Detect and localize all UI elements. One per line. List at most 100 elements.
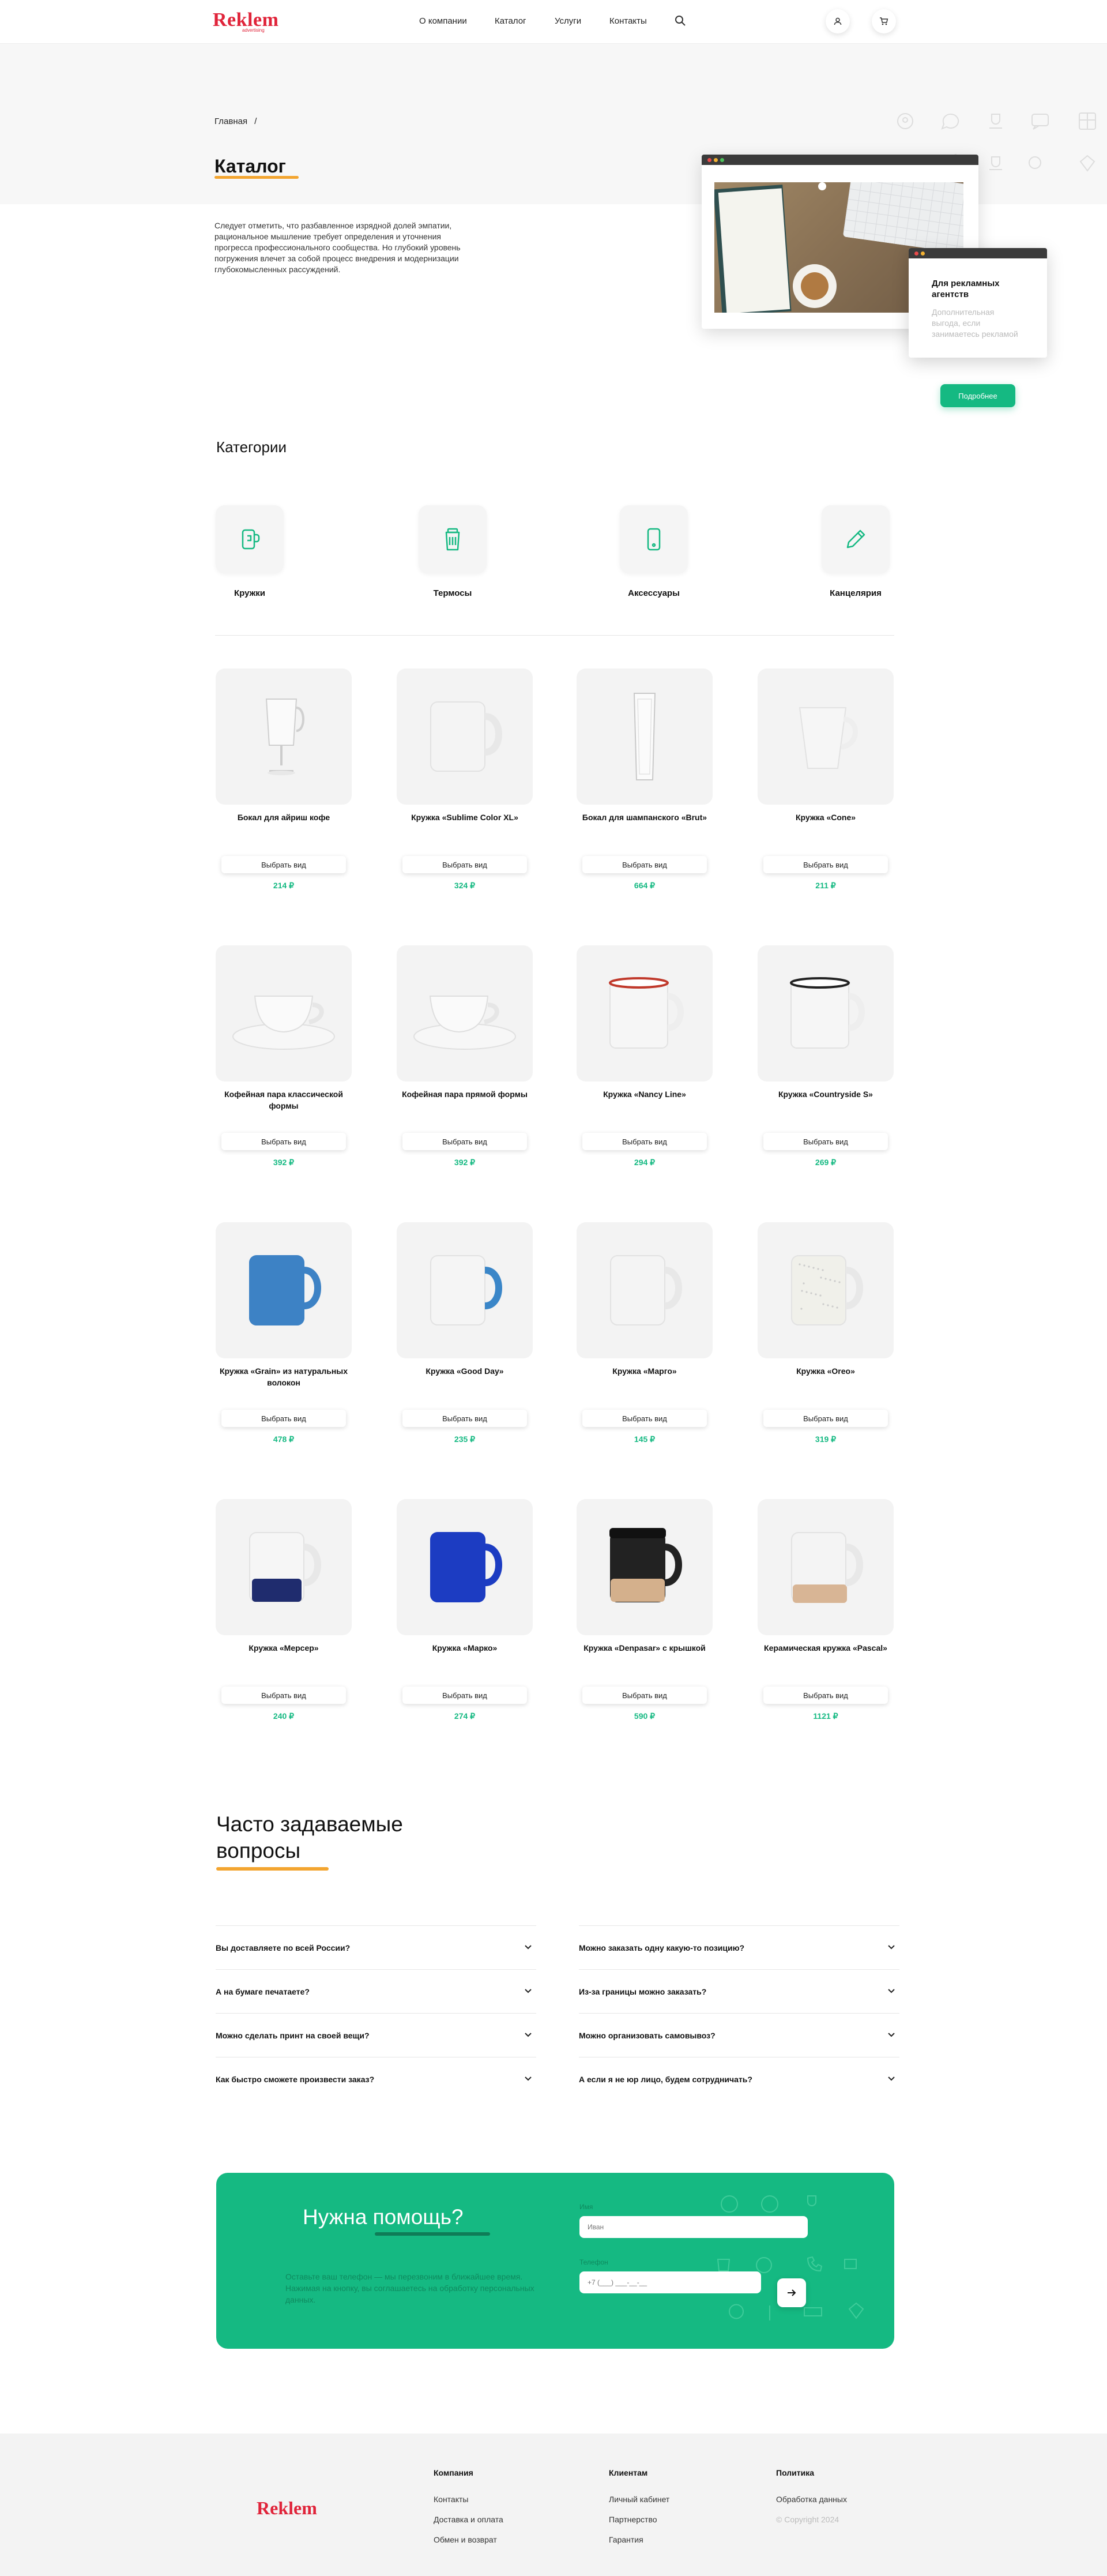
search-icon[interactable] bbox=[675, 15, 686, 27]
choose-variant-button[interactable]: Выбрать вид bbox=[582, 1687, 707, 1704]
product-image[interactable] bbox=[216, 1499, 352, 1635]
product-name[interactable]: Кружка «Мерсер» bbox=[216, 1642, 352, 1654]
choose-variant-button[interactable]: Выбрать вид bbox=[582, 1410, 707, 1427]
footer-link[interactable]: Партнерство bbox=[609, 2515, 657, 2524]
faq-item[interactable]: Можно сделать принт на своей вещи? bbox=[216, 2013, 536, 2057]
phone-input[interactable] bbox=[579, 2271, 761, 2293]
category-mugs[interactable] bbox=[216, 505, 284, 573]
product-name[interactable]: Кофейная пара прямой формы bbox=[397, 1088, 533, 1100]
more-button[interactable]: Подробнее bbox=[940, 384, 1015, 407]
footer-logo[interactable]: Reklem bbox=[257, 2498, 317, 2519]
choose-variant-button[interactable]: Выбрать вид bbox=[402, 856, 527, 873]
product-image[interactable] bbox=[216, 945, 352, 1082]
choose-variant-button[interactable]: Выбрать вид bbox=[763, 1133, 888, 1150]
product-card[interactable]: Кружка «Cone» Выбрать вид 211 ₽ bbox=[758, 669, 896, 905]
chevron-down-icon[interactable] bbox=[524, 2074, 533, 2083]
faq-question[interactable]: Можно сделать принт на своей вещи? bbox=[216, 2031, 370, 2040]
category-label[interactable]: Аксессуары bbox=[596, 588, 711, 598]
choose-variant-button[interactable]: Выбрать вид bbox=[402, 1410, 527, 1427]
category-label[interactable]: Кружки bbox=[192, 588, 307, 598]
breadcrumb-home[interactable]: Главная bbox=[214, 117, 247, 126]
choose-variant-button[interactable]: Выбрать вид bbox=[582, 856, 707, 873]
product-image[interactable] bbox=[577, 945, 713, 1082]
product-image[interactable] bbox=[577, 1499, 713, 1635]
product-name[interactable]: Кружка «Марко» bbox=[397, 1642, 533, 1654]
faq-question[interactable]: А если я не юр лицо, будем сотрудничать? bbox=[579, 2075, 752, 2084]
choose-variant-button[interactable]: Выбрать вид bbox=[763, 1687, 888, 1704]
name-input[interactable] bbox=[579, 2216, 808, 2238]
chevron-down-icon[interactable] bbox=[887, 2030, 896, 2039]
product-name[interactable]: Кружка «Good Day» bbox=[397, 1365, 533, 1377]
chevron-down-icon[interactable] bbox=[887, 1986, 896, 1995]
nav-catalog[interactable]: Каталог bbox=[495, 16, 526, 26]
faq-question[interactable]: А на бумаге печатаете? bbox=[216, 1987, 310, 1996]
product-name[interactable]: Кружка «Countryside S» bbox=[758, 1088, 894, 1100]
send-button[interactable] bbox=[777, 2278, 806, 2307]
faq-item[interactable]: Как быстро сможете произвести заказ? bbox=[216, 2057, 536, 2101]
product-card[interactable]: Кофейная пара прямой формы Выбрать вид 3… bbox=[397, 945, 535, 1182]
choose-variant-button[interactable]: Выбрать вид bbox=[763, 856, 888, 873]
product-card[interactable]: Кружка «Good Day» Выбрать вид 235 ₽ bbox=[397, 1222, 535, 1459]
chevron-down-icon[interactable] bbox=[524, 2030, 533, 2039]
cart-button[interactable] bbox=[872, 9, 896, 33]
category-thermos[interactable] bbox=[419, 505, 487, 573]
footer-link[interactable]: Контакты bbox=[434, 2495, 468, 2504]
chevron-down-icon[interactable] bbox=[887, 1942, 896, 1951]
footer-link[interactable]: Личный кабинет bbox=[609, 2495, 669, 2504]
product-card[interactable]: Бокал для шампанского «Brut» Выбрать вид… bbox=[577, 669, 715, 905]
product-card[interactable]: Кофейная пара классической формы Выбрать… bbox=[216, 945, 354, 1182]
product-name[interactable]: Кружка «Nancy Line» bbox=[577, 1088, 713, 1100]
faq-item[interactable]: Вы доставляете по всей России? bbox=[216, 1925, 536, 1969]
nav-about[interactable]: О компании bbox=[419, 16, 467, 26]
product-image[interactable] bbox=[758, 1222, 894, 1358]
product-image[interactable] bbox=[397, 1499, 533, 1635]
faq-question[interactable]: Вы доставляете по всей России? bbox=[216, 1943, 350, 1952]
product-card[interactable]: Кружка «Sublime Color XL» Выбрать вид 32… bbox=[397, 669, 535, 905]
product-card[interactable]: Кружка «Nancy Line» Выбрать вид 294 ₽ bbox=[577, 945, 715, 1182]
product-card[interactable]: Кружка «Grain» из натуральных волокон Вы… bbox=[216, 1222, 354, 1459]
footer-link[interactable]: Обмен и возврат bbox=[434, 2535, 497, 2544]
product-image[interactable] bbox=[758, 669, 894, 805]
product-name[interactable]: Кружка «Марго» bbox=[577, 1365, 713, 1377]
footer-link[interactable]: Доставка и оплата bbox=[434, 2515, 503, 2524]
footer-link[interactable]: Гарантия bbox=[609, 2535, 643, 2544]
choose-variant-button[interactable]: Выбрать вид bbox=[221, 1410, 346, 1427]
product-name[interactable]: Керамическая кружка «Pascal» bbox=[758, 1642, 894, 1654]
category-label[interactable]: Канцелярия bbox=[798, 588, 913, 598]
choose-variant-button[interactable]: Выбрать вид bbox=[582, 1133, 707, 1150]
product-image[interactable] bbox=[397, 669, 533, 805]
nav-services[interactable]: Услуги bbox=[555, 16, 581, 26]
faq-item[interactable]: А на бумаге печатаете? bbox=[216, 1969, 536, 2013]
faq-question[interactable]: Как быстро сможете произвести заказ? bbox=[216, 2075, 374, 2084]
product-name[interactable]: Бокал для айриш кофе bbox=[216, 812, 352, 823]
product-card[interactable]: Кружка «Denpasar» с крышкой Выбрать вид … bbox=[577, 1499, 715, 1736]
choose-variant-button[interactable]: Выбрать вид bbox=[763, 1410, 888, 1427]
chevron-down-icon[interactable] bbox=[524, 1986, 533, 1995]
product-image[interactable] bbox=[577, 1222, 713, 1358]
product-image[interactable] bbox=[758, 1499, 894, 1635]
product-card[interactable]: Кружка «Мерсер» Выбрать вид 240 ₽ bbox=[216, 1499, 354, 1736]
category-label[interactable]: Термосы bbox=[395, 588, 510, 598]
choose-variant-button[interactable]: Выбрать вид bbox=[221, 856, 346, 873]
product-card[interactable]: Керамическая кружка «Pascal» Выбрать вид… bbox=[758, 1499, 896, 1736]
product-name[interactable]: Кружка «Sublime Color XL» bbox=[397, 812, 533, 823]
product-image[interactable] bbox=[397, 1222, 533, 1358]
product-name[interactable]: Кружка «Cone» bbox=[758, 812, 894, 823]
product-name[interactable]: Кружка «Denpasar» с крышкой bbox=[577, 1642, 713, 1654]
faq-item[interactable]: Можно заказать одну какую-то позицию? bbox=[579, 1925, 899, 1969]
product-name[interactable]: Кружка «Grain» из натуральных волокон bbox=[216, 1365, 352, 1388]
faq-item[interactable]: Можно организовать самовывоз? bbox=[579, 2013, 899, 2057]
product-name[interactable]: Бокал для шампанского «Brut» bbox=[577, 812, 713, 823]
faq-question[interactable]: Можно заказать одну какую-то позицию? bbox=[579, 1943, 744, 1952]
category-stationery[interactable] bbox=[822, 505, 890, 573]
choose-variant-button[interactable]: Выбрать вид bbox=[402, 1687, 527, 1704]
nav-contacts[interactable]: Контакты bbox=[609, 16, 647, 26]
faq-question[interactable]: Можно организовать самовывоз? bbox=[579, 2031, 716, 2040]
product-card[interactable]: Бокал для айриш кофе Выбрать вид 214 ₽ bbox=[216, 669, 354, 905]
product-image[interactable] bbox=[216, 1222, 352, 1358]
category-accessories[interactable] bbox=[620, 505, 688, 573]
product-card[interactable]: Кружка «Марго» Выбрать вид 145 ₽ bbox=[577, 1222, 715, 1459]
faq-question[interactable]: Из-за границы можно заказать? bbox=[579, 1987, 706, 1996]
faq-item[interactable]: А если я не юр лицо, будем сотрудничать? bbox=[579, 2057, 899, 2101]
product-card[interactable]: Кружка «Oreo» Выбрать вид 319 ₽ bbox=[758, 1222, 896, 1459]
